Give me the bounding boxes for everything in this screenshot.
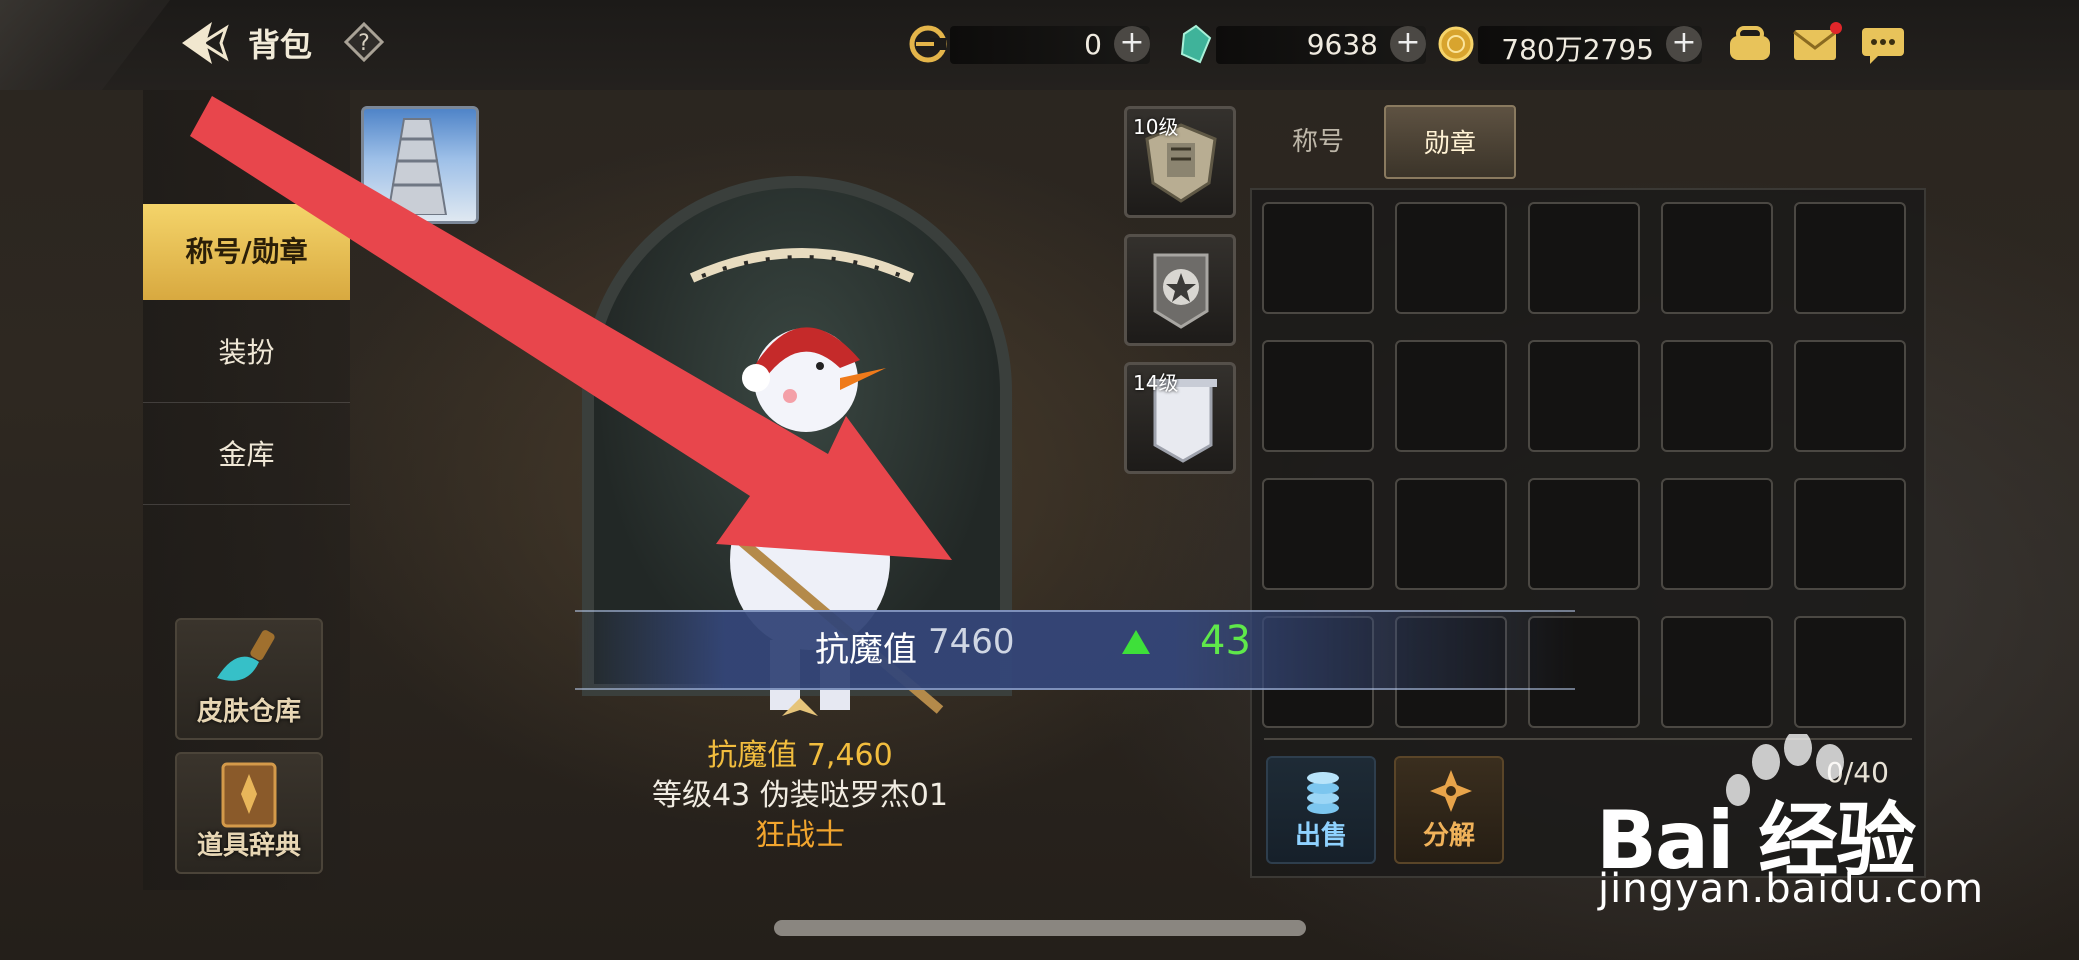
skin-warehouse-button[interactable]: 皮肤仓库 — [175, 618, 323, 740]
inventory-cell[interactable] — [1528, 478, 1640, 590]
sidebar-item-vault[interactable]: 金库 — [143, 406, 350, 505]
stat-change-increase: 43 — [1200, 618, 1251, 664]
chat-icon[interactable] — [1858, 20, 1910, 68]
inventory-cell[interactable] — [1528, 202, 1640, 314]
tower-icon — [386, 118, 448, 216]
equip-slot-banner-star[interactable] — [1124, 234, 1236, 346]
decompose-icon — [1430, 770, 1472, 812]
currency-gold: 780万2795 + — [1478, 26, 1702, 66]
add-gem-button[interactable]: + — [1390, 26, 1426, 62]
add-c-coin-button[interactable]: + — [1114, 26, 1150, 62]
mail-icon[interactable] — [1790, 20, 1842, 68]
inventory-cell[interactable] — [1661, 616, 1773, 728]
halo-decoration — [689, 248, 915, 283]
sidebar-item-costume[interactable]: 装扮 — [143, 304, 350, 403]
inventory-cell[interactable] — [1661, 202, 1773, 314]
stat-change-value: 7460 — [928, 622, 1015, 662]
map-thumbnail[interactable] — [361, 106, 479, 224]
inventory-cell[interactable] — [1262, 202, 1374, 314]
inventory-cell[interactable] — [1794, 616, 1906, 728]
gem-icon — [1180, 24, 1212, 64]
character-class: 狂战士 — [755, 818, 845, 853]
back-arrow-icon[interactable] — [176, 18, 232, 68]
add-gold-button[interactable]: + — [1666, 26, 1702, 62]
svg-text:?: ? — [358, 31, 370, 56]
decompose-button[interactable]: 分解 — [1394, 756, 1504, 864]
inventory-cell[interactable] — [1661, 340, 1773, 452]
coin-stack-icon — [1307, 772, 1339, 814]
inventory-cell[interactable] — [1395, 478, 1507, 590]
inventory-cell[interactable] — [1395, 202, 1507, 314]
inventory-cell[interactable] — [1794, 202, 1906, 314]
inventory-cell[interactable] — [1661, 478, 1773, 590]
inventory-cell[interactable] — [1262, 340, 1374, 452]
tab-medal[interactable]: 勋章 — [1384, 105, 1516, 179]
increase-arrow-icon — [1122, 630, 1150, 654]
inventory-cell[interactable] — [1395, 340, 1507, 452]
home-indicator[interactable] — [774, 920, 1306, 936]
page-title: 背包 — [248, 26, 313, 64]
shop-bag-icon[interactable] — [1724, 20, 1776, 68]
book-icon — [221, 762, 277, 828]
item-dictionary-button[interactable]: 道具辞典 — [175, 752, 323, 874]
tab-title[interactable]: 称号 — [1252, 105, 1384, 179]
star-banner-icon — [1153, 253, 1209, 329]
inventory-cell[interactable] — [1528, 340, 1640, 452]
stat-change-banner — [575, 610, 1575, 690]
frame-ornament — [782, 698, 818, 716]
currency-c-coin: 0 + — [950, 26, 1150, 64]
inventory-cell[interactable] — [1794, 340, 1906, 452]
currency-gem: 9638 + — [1216, 26, 1426, 64]
gold-coin-icon — [1438, 26, 1474, 62]
sell-button[interactable]: 出售 — [1266, 756, 1376, 864]
c-coin-icon — [909, 25, 947, 63]
sidebar-item-title-medal[interactable]: 称号/勋章 — [143, 204, 350, 300]
character-level-name: 等级43 伪装哒罗杰01 — [652, 778, 948, 813]
watermark-url: jingyan.baidu.com — [1598, 866, 1985, 912]
equip-slot-medal[interactable]: 10级 — [1124, 106, 1236, 218]
equip-slot-banner-white[interactable]: 14级 — [1124, 362, 1236, 474]
brush-icon — [217, 630, 275, 681]
character-stat: 抗魔值 7,460 — [707, 738, 893, 773]
stat-change-label: 抗魔值 — [815, 630, 917, 670]
inventory-cell[interactable] — [1262, 478, 1374, 590]
inventory-cell[interactable] — [1794, 478, 1906, 590]
help-icon[interactable]: ? — [344, 22, 384, 62]
